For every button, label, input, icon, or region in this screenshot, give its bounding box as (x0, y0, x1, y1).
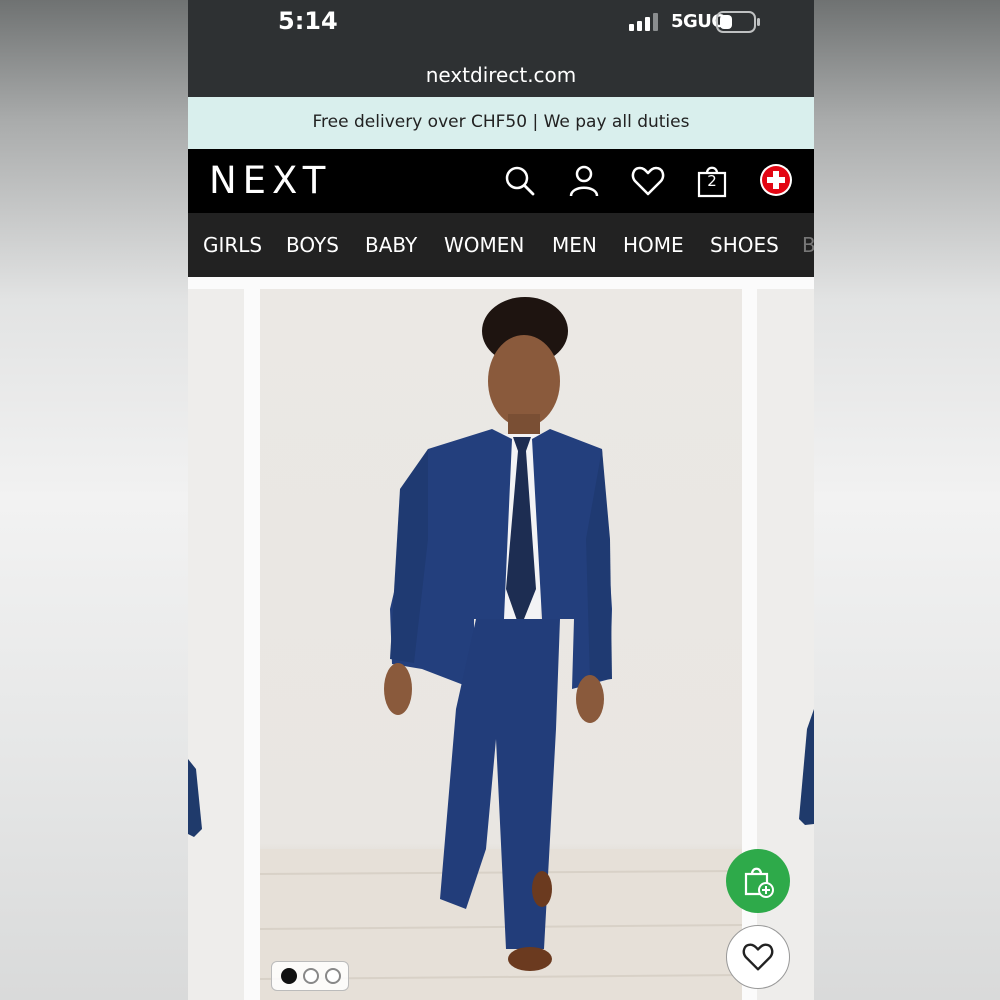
next-logo[interactable]: NEXT (209, 159, 331, 202)
promo-banner[interactable]: Free delivery over CHF50 | We pay all du… (188, 97, 814, 149)
add-to-bag-button[interactable] (726, 849, 790, 913)
url-text: nextdirect.com (425, 63, 577, 87)
signal-icon (629, 12, 659, 37)
product-image[interactable] (260, 289, 742, 1000)
nav-item-girls[interactable]: GIRLS (203, 233, 262, 257)
nav-item-shoes[interactable]: SHOES (710, 233, 779, 257)
previous-product-image[interactable] (188, 289, 244, 1000)
phone-screen: 5:14 5GUC nextdirect.com Free delivery o… (188, 0, 814, 1000)
add-to-bag-icon (740, 863, 776, 904)
heart-icon (741, 940, 775, 979)
site-header: NEXT 2 (188, 149, 814, 213)
swiss-flag-icon[interactable] (758, 163, 794, 199)
favourites-icon[interactable] (630, 163, 666, 199)
account-icon[interactable] (566, 163, 602, 199)
cart-count: 2 (707, 172, 717, 190)
nav-item-partial[interactable]: B (802, 233, 814, 257)
search-icon[interactable] (502, 163, 538, 199)
nav-item-home[interactable]: HOME (623, 233, 684, 257)
nav-item-women[interactable]: WOMEN (444, 233, 524, 257)
nav-item-men[interactable]: MEN (552, 233, 597, 257)
image-pagination-dots (271, 961, 349, 991)
nav-item-boys[interactable]: BOYS (286, 233, 339, 257)
nav-item-baby[interactable]: BABY (365, 233, 417, 257)
pagination-dot-2[interactable] (303, 968, 319, 984)
status-bar: 5:14 5GUC (188, 0, 814, 50)
promo-text: Free delivery over CHF50 | We pay all du… (312, 112, 690, 132)
product-gallery (188, 277, 814, 1000)
category-nav: GIRLS BOYS BABY WOMEN MEN HOME SHOES B (188, 213, 814, 277)
browser-url-bar[interactable]: nextdirect.com (188, 50, 814, 97)
bag-icon[interactable]: 2 (694, 163, 730, 199)
status-time: 5:14 (278, 7, 338, 35)
save-favourite-button[interactable] (726, 925, 790, 989)
pagination-dot-1[interactable] (281, 968, 297, 984)
pagination-dot-3[interactable] (325, 968, 341, 984)
battery-icon (716, 11, 762, 38)
